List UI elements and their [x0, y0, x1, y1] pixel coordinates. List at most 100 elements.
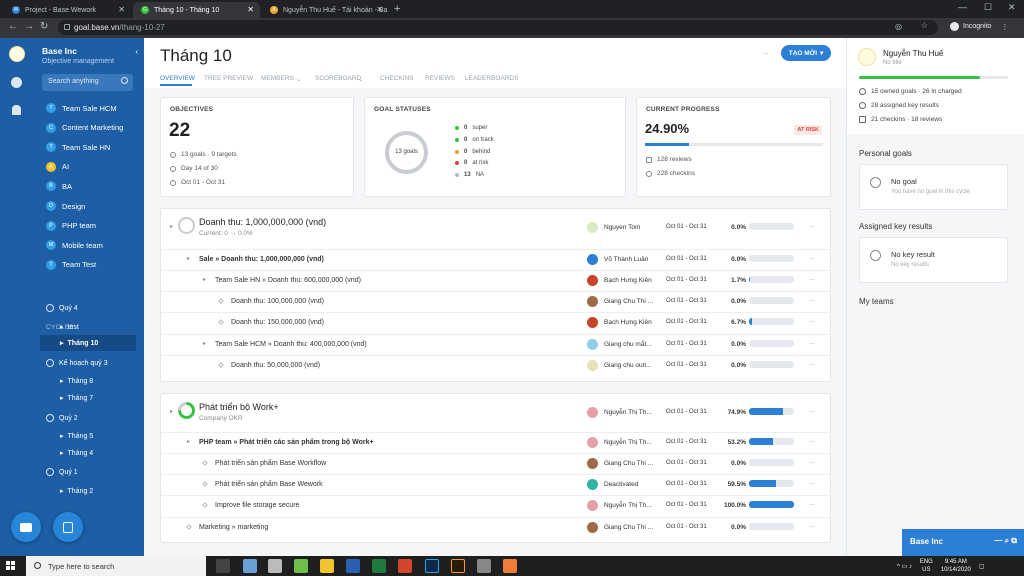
tray-icons[interactable]: ^ ▭ ♪: [897, 563, 912, 570]
create-new-button[interactable]: TẠO MỚI ▾: [781, 45, 831, 61]
collapse-sidebar-icon[interactable]: ‹: [135, 47, 138, 56]
close-window-icon[interactable]: ✕: [1008, 2, 1016, 13]
chat-button[interactable]: [11, 512, 41, 542]
avatar[interactable]: [858, 48, 876, 66]
sidebar-item-team[interactable]: C Content Marketing: [46, 122, 123, 134]
cycle-item-thang-2[interactable]: ▸ Tháng 2: [56, 483, 136, 499]
okr-row[interactable]: ▸ Sale » Doanh thu: 1,000,000,000 (vnd) Võ…: [161, 249, 832, 270]
tasks-button[interactable]: [53, 512, 83, 542]
app-icon[interactable]: [503, 559, 517, 573]
owner[interactable]: Bạch Hưng Kiên: [587, 317, 652, 328]
owner[interactable]: Giang chu outl...: [587, 360, 651, 371]
new-tab-icon[interactable]: +: [394, 3, 400, 15]
language-indicator[interactable]: ENG US: [920, 558, 933, 574]
okr-row-title[interactable]: Doanh thu: 100,000,000 (vnd): [231, 298, 324, 305]
minimize-icon[interactable]: —: [958, 2, 967, 12]
sidebar-item-team[interactable]: T Team Sale HCM: [46, 102, 117, 114]
profile-name[interactable]: Nguyễn Thu Huế: [883, 49, 943, 58]
tab-members[interactable]: MEMBERS: [261, 75, 294, 82]
okr-row-title[interactable]: Doanh thu: 50,000,000 (vnd): [231, 362, 320, 369]
sidebar-item-team[interactable]: P PHP team: [46, 220, 96, 232]
okr-row[interactable]: Phát triển sản phẩm Base Workflow Giang C…: [161, 453, 832, 474]
reload-icon[interactable]: ↻: [40, 21, 48, 32]
more-options-icon[interactable]: ··: [809, 522, 814, 531]
sidebar-item-team[interactable]: T Team Sale HN: [46, 141, 110, 153]
more-options-icon[interactable]: ··: [809, 360, 814, 369]
cycle-q1[interactable]: Quý 1: [46, 465, 78, 479]
app-icon[interactable]: [243, 559, 257, 573]
tab-scoreboard[interactable]: SCOREBOARD: [315, 75, 361, 82]
cycle-q4[interactable]: Quý 4: [46, 301, 78, 315]
eye-off-icon[interactable]: ◎: [895, 22, 902, 31]
okr-row[interactable]: ▸ PHP team » Phát triển các sản phẩm tron…: [161, 432, 832, 453]
cycle-item-thang-10[interactable]: ▸ Tháng 10: [40, 335, 136, 351]
okr-row-title[interactable]: Marketing » marketing: [199, 524, 268, 531]
company-logo[interactable]: [9, 46, 25, 62]
sidebar-item-team[interactable]: M Mobile team: [46, 239, 103, 251]
chat-bar[interactable]: Base Inc — ⌕ ⧉: [902, 529, 1024, 556]
close-icon[interactable]: ✕: [118, 5, 125, 14]
okr-row[interactable]: Marketing » marketing Giang Chu Thi ... Oc…: [161, 517, 832, 538]
owner[interactable]: Nguyen Tom: [587, 222, 640, 233]
owner[interactable]: Nguyễn Thị Th...: [587, 437, 652, 448]
url-input[interactable]: goal.base.vn/thang-10-27 ◎ ☆: [58, 20, 938, 35]
okr-row-title[interactable]: Doanh thu: 150,000,000 (vnd): [231, 319, 324, 326]
tab-reviews[interactable]: REVIEWS: [425, 75, 455, 82]
more-options-icon[interactable]: ··: [809, 458, 814, 467]
okr-row-title[interactable]: Team Sale HN » Doanh thu: 600,000,000 (v…: [215, 277, 361, 284]
windows-start-icon[interactable]: [6, 561, 16, 571]
incognito-profile[interactable]: Incognito ⋮: [950, 22, 1008, 31]
cycle-item-thang-4[interactable]: ▸ Tháng 4: [56, 445, 136, 461]
okr-row-title[interactable]: Improve file storage secure: [215, 502, 299, 509]
okr-row[interactable]: Doanh thu: 150,000,000 (vnd) Bạch Hưng Ki…: [161, 312, 832, 333]
owner[interactable]: Giang Chu Thi ...: [587, 522, 653, 533]
okr-row-title[interactable]: Phát triển sản phẩm Base Wework: [215, 481, 323, 488]
sidebar-item-team[interactable]: B BA: [46, 180, 72, 192]
more-options-icon[interactable]: ··: [809, 254, 814, 263]
goal-app-icon[interactable]: [11, 77, 22, 88]
chrome-icon[interactable]: [477, 559, 491, 573]
okr-row[interactable]: ▸ Team Sale HN » Doanh thu: 600,000,000 (…: [161, 270, 832, 291]
tab-checkins[interactable]: CHECKINS: [380, 75, 414, 82]
file-explorer-icon[interactable]: [320, 559, 334, 573]
more-options-icon[interactable]: ··: [809, 500, 814, 509]
tab-overview[interactable]: OVERVIEW: [160, 75, 195, 82]
owner[interactable]: Nguyễn Thị Th...: [587, 407, 652, 418]
owner[interactable]: Bạch Hưng Kiên: [587, 275, 652, 286]
taskbar-search-input[interactable]: Type here to search: [26, 556, 206, 576]
menu-dots-icon[interactable]: ⋮: [1001, 23, 1008, 31]
close-icon[interactable]: ✕: [247, 5, 254, 14]
app-icon[interactable]: [268, 559, 282, 573]
okr-row[interactable]: Phát triển sản phẩm Base Wework Deactivat…: [161, 474, 832, 495]
okr-row[interactable]: Improve file storage secure Nguyễn Thị Th…: [161, 495, 832, 516]
cycle-q2[interactable]: Quý 2: [46, 411, 78, 425]
cycle-item-thang-5[interactable]: ▸ Tháng 5: [56, 428, 136, 444]
more-options-icon[interactable]: ··: [809, 222, 814, 231]
more-options-icon[interactable]: ··: [809, 317, 814, 326]
browser-tab-account[interactable]: A Nguyễn Thu Huế - Tài khoản - Ba ✕: [262, 2, 389, 18]
more-options-icon[interactable]: ··: [809, 296, 814, 305]
chevron-right-icon[interactable]: ▸: [187, 438, 190, 445]
okr-row-title[interactable]: Team Sale HCM » Doanh thu: 400,000,000 (…: [215, 341, 367, 348]
chevron-right-icon[interactable]: ▸: [203, 276, 206, 283]
okr-row-title[interactable]: Phát triển sản phẩm Base Workflow: [215, 460, 326, 467]
powerpoint-icon[interactable]: [398, 559, 412, 573]
owner[interactable]: Deactivated: [587, 479, 638, 490]
cycle-item-test[interactable]: ▸ test: [56, 319, 136, 335]
back-icon[interactable]: ←: [8, 21, 18, 32]
chevron-right-icon[interactable]: ▸: [187, 255, 190, 262]
illustrator-icon[interactable]: [451, 559, 465, 573]
more-options-icon[interactable]: ··: [809, 275, 814, 284]
star-icon[interactable]: ☆: [921, 21, 928, 30]
more-options-icon[interactable]: ··: [809, 407, 814, 416]
okr-row[interactable]: Doanh thu: 100,000,000 (vnd) Giang Chu Th…: [161, 291, 832, 312]
clock[interactable]: 9:45 AM 10/14/2020: [941, 558, 971, 574]
chat-bar-controls-icon[interactable]: — ⌕ ⧉: [994, 536, 1017, 546]
tab-leaderboards[interactable]: LEADERBOARDS: [465, 75, 518, 82]
task-view-icon[interactable]: [216, 559, 230, 573]
more-options-icon[interactable]: ··: [763, 49, 768, 58]
more-options-icon[interactable]: ··: [809, 437, 814, 446]
cycle-kh3[interactable]: Kế hoạch quý 3: [46, 356, 108, 370]
okr-row-title[interactable]: PHP team » Phát triển các sản phẩm trong…: [199, 439, 374, 446]
notification-icon[interactable]: ▢: [979, 563, 985, 570]
